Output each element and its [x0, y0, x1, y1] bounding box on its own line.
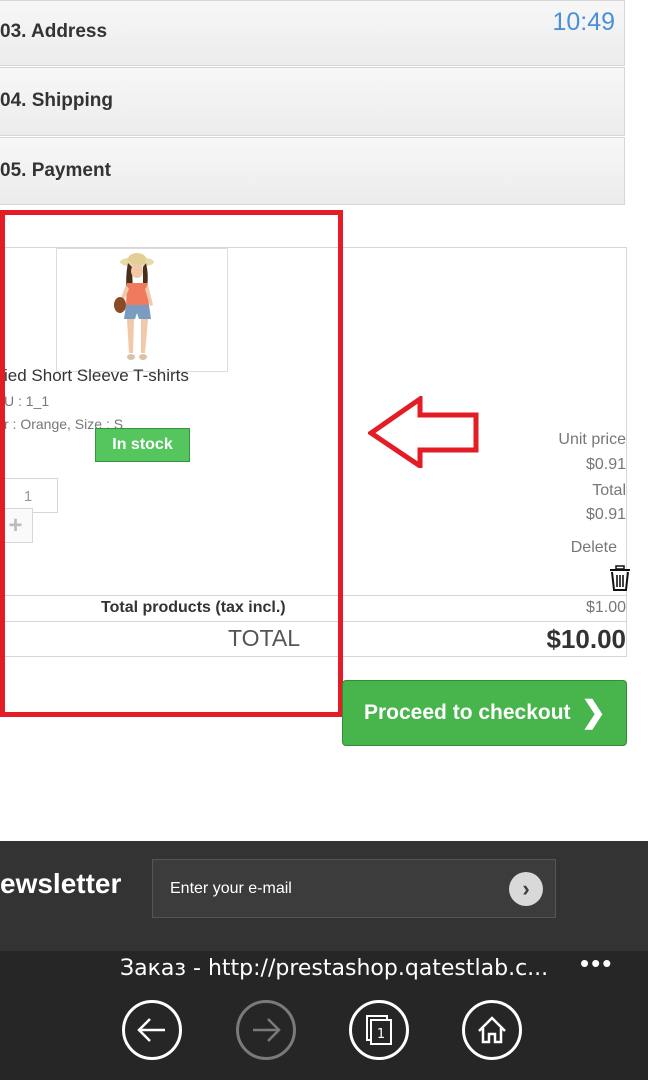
proceed-to-checkout-label: Proceed to checkout: [364, 701, 571, 724]
step-address-label: 03. Address: [0, 21, 108, 42]
svg-text:1: 1: [377, 1027, 385, 1042]
clock: 10:49: [552, 8, 615, 36]
newsletter-submit-button[interactable]: ›: [509, 872, 543, 906]
proceed-to-checkout-button[interactable]: Proceed to checkout ❯: [342, 680, 627, 746]
step-payment[interactable]: 05. Payment: [0, 137, 625, 205]
highlight-box: [0, 210, 343, 717]
step-shipping-label: 04. Shipping: [0, 90, 113, 111]
total-products-value: $1.00: [585, 599, 626, 616]
tabs-button[interactable]: 1: [349, 1000, 409, 1060]
home-icon: [478, 1016, 506, 1044]
page-title-url[interactable]: Заказ - http://prestashop.qatestlab.c...: [120, 956, 548, 981]
step-shipping[interactable]: 04. Shipping: [0, 67, 625, 136]
grand-total-value: $10.00: [546, 624, 626, 654]
newsletter-email-input[interactable]: Enter your e-mail ›: [152, 859, 556, 918]
forward-button[interactable]: [236, 1000, 296, 1060]
trash-icon[interactable]: [608, 565, 632, 591]
arrow-right-icon: ›: [522, 876, 530, 901]
delete-label[interactable]: Delete: [571, 539, 617, 557]
newsletter-title: ewsletter: [0, 868, 122, 899]
step-payment-label: 05. Payment: [0, 160, 111, 181]
total-value: $0.91: [585, 506, 626, 523]
chevron-right-icon: ❯: [580, 696, 606, 729]
tabs-icon: 1: [366, 1015, 392, 1045]
email-placeholder: Enter your e-mail: [170, 880, 292, 897]
home-button[interactable]: [462, 1000, 522, 1060]
back-arrow-icon: [137, 1018, 165, 1042]
back-button[interactable]: [122, 1000, 182, 1060]
forward-arrow-icon: [253, 1018, 281, 1042]
more-options-icon[interactable]: •••: [580, 948, 613, 979]
total-label: Total: [592, 482, 626, 499]
unit-price-value: $0.91: [585, 456, 626, 473]
step-address[interactable]: 03. Address: [0, 0, 625, 66]
left-arrow-icon: [366, 394, 480, 471]
unit-price-label: Unit price: [558, 431, 626, 448]
